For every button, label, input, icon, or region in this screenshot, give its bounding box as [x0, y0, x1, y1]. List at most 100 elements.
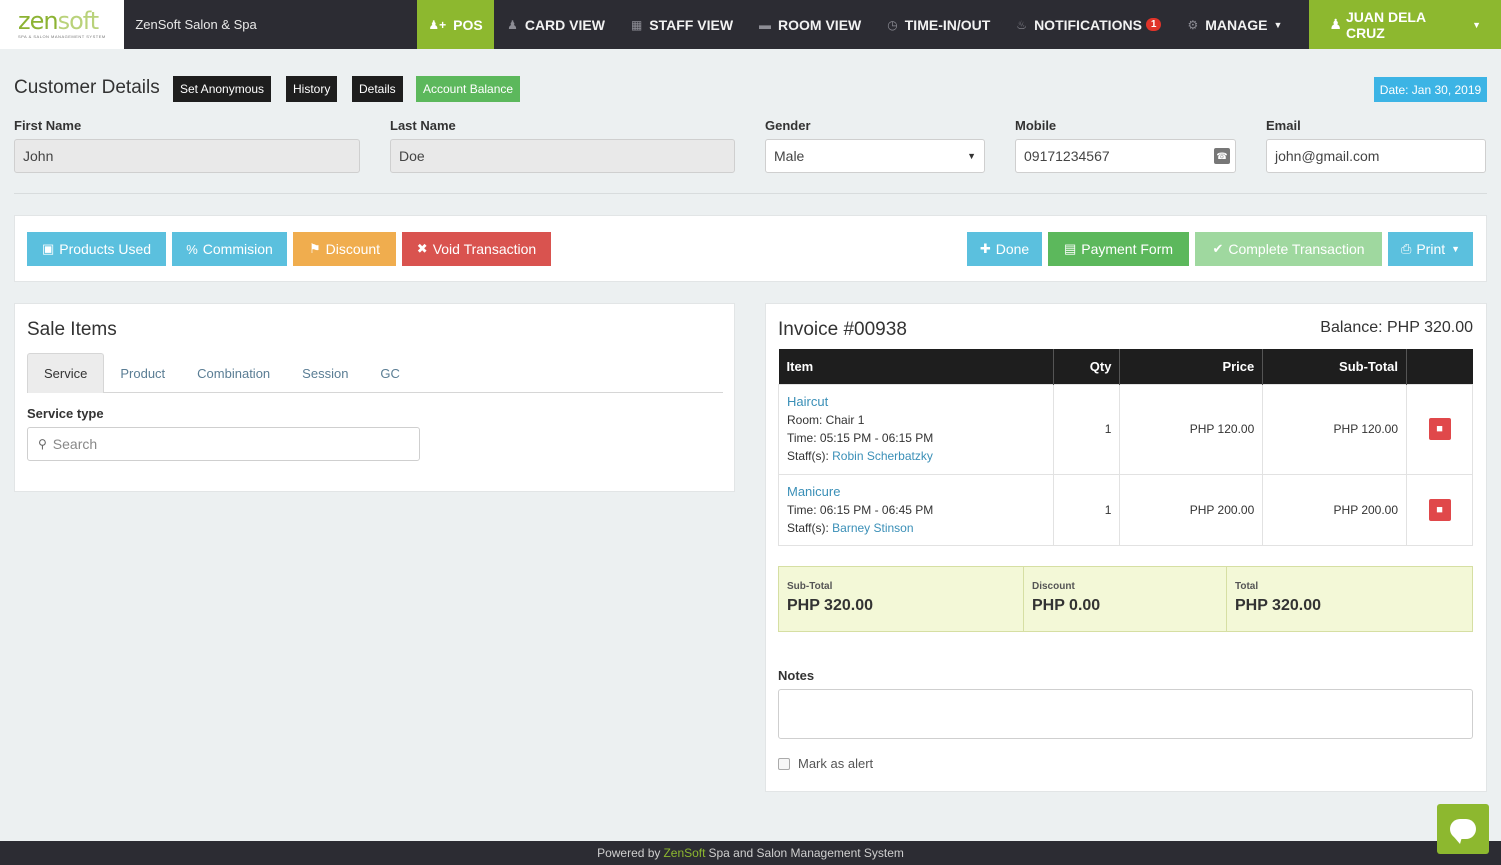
logo[interactable]: zensoft SPA & SALON MANAGEMENT SYSTEM: [0, 0, 125, 49]
subtotal-cell: PHP 200.00: [1262, 473, 1408, 546]
details-button[interactable]: Details: [352, 76, 403, 102]
set-anonymous-button[interactable]: Set Anonymous: [173, 76, 272, 102]
nav-time-in-out[interactable]: ◷ TIME-IN/OUT: [874, 0, 1003, 49]
discount-total-label: Discount: [1032, 581, 1075, 592]
tab-gc[interactable]: GC: [364, 353, 416, 393]
sale-tabs: Service Product Combination Session GC: [27, 353, 723, 393]
user-menu[interactable]: ♟ JUAN DELA CRUZ ▼: [1309, 0, 1501, 49]
item-room: Room: Chair 1: [787, 413, 865, 427]
footer-suffix: Spa and Salon Management System: [708, 846, 904, 860]
tags-icon: ⚑: [308, 241, 321, 256]
user-name: JUAN DELA CRUZ: [1345, 8, 1426, 41]
tab-session[interactable]: Session: [286, 353, 364, 393]
payment-form-button[interactable]: ▤ Payment Form: [1048, 232, 1189, 266]
chat-button[interactable]: [1437, 804, 1489, 854]
first-name-label: First Name: [14, 118, 82, 133]
discount-total-value: PHP 0.00: [1032, 597, 1101, 614]
user-icon: ♟: [1329, 16, 1342, 32]
notification-count-badge: 1: [1145, 18, 1162, 31]
invoice-header-row: Item Qty Price Sub-Total: [778, 349, 1473, 384]
cube-icon: ▣: [41, 241, 55, 256]
discount-button[interactable]: ⚑ Discount: [293, 232, 396, 266]
customer-details-title: Customer Details: [14, 77, 160, 98]
logo-subtitle: SPA & SALON MANAGEMENT SYSTEM: [18, 34, 106, 39]
tab-combination[interactable]: Combination: [181, 353, 286, 393]
nav-manage[interactable]: ⚙ MANAGE ▼: [1174, 0, 1295, 49]
invoice-table: Item Qty Price Sub-Total Haircut Room: C…: [778, 349, 1473, 546]
logo-accent: soft: [57, 7, 100, 35]
staff-label: Staff(s):: [787, 449, 829, 463]
history-button[interactable]: History: [286, 76, 338, 102]
staff-label: Staff(s):: [787, 520, 829, 535]
print-icon: ⎙: [1400, 241, 1412, 256]
action-cell: ■: [1406, 473, 1473, 546]
gender-select[interactable]: Male ▼: [765, 139, 985, 173]
service-search-input[interactable]: ⚲ Search: [27, 427, 420, 461]
chat-icon: [1450, 819, 1476, 844]
mobile-label: Mobile: [1015, 118, 1057, 133]
subtotal-label: Sub-Total: [787, 581, 833, 592]
void-transaction-label: Void Transaction: [432, 241, 537, 257]
mobile-value: 09171234567: [1024, 148, 1110, 164]
nav-card-view[interactable]: ♟ CARD VIEW: [494, 0, 618, 49]
phone-keypad-icon[interactable]: ☎: [1214, 148, 1230, 164]
subtotal-cell: PHP 120.00: [1262, 383, 1408, 475]
footer-prefix: Powered by: [597, 846, 661, 860]
percent-icon: %: [186, 241, 198, 257]
nav-notifications[interactable]: ♨ NOTIFICATIONS 1: [1003, 0, 1174, 49]
invoice-title: Invoice #00938: [778, 319, 907, 340]
nav-manage-label: MANAGE: [1205, 16, 1268, 33]
account-balance-button[interactable]: Account Balance: [416, 76, 521, 102]
complete-transaction-button[interactable]: ✔ Complete Transaction: [1195, 232, 1382, 266]
last-name-field[interactable]: Doe: [390, 139, 735, 173]
print-label: Print: [1416, 241, 1446, 257]
qty-cell: 1: [1052, 383, 1121, 475]
invoice-totals: Sub-Total PHP 320.00 Discount PHP 0.00 T…: [778, 566, 1473, 632]
delete-row-button[interactable]: ■: [1428, 498, 1451, 521]
item-cell: Haircut Room: Chair 1 Time: 05:15 PM - 0…: [778, 383, 1054, 475]
item-cell: Manicure Time: 06:15 PM - 06:45 PM Staff…: [778, 473, 1054, 546]
clock-icon: ◷: [887, 17, 898, 32]
notes-textarea[interactable]: [778, 689, 1473, 739]
mobile-field[interactable]: 09171234567 ☎: [1015, 139, 1236, 173]
mark-alert-label: Mark as alert: [798, 756, 874, 771]
top-navbar: zensoft SPA & SALON MANAGEMENT SYSTEM Ze…: [0, 0, 1501, 49]
done-button[interactable]: ✚ Done: [967, 232, 1042, 266]
col-item: Item: [778, 349, 1054, 384]
price-cell: PHP 200.00: [1119, 473, 1264, 546]
totals-discount: Discount PHP 0.00: [1024, 567, 1227, 631]
table-row: Haircut Room: Chair 1 Time: 05:15 PM - 0…: [778, 383, 1473, 475]
close-icon: ✖: [416, 241, 428, 256]
first-name-field[interactable]: John: [14, 139, 360, 173]
nav-staff-view[interactable]: ▦ STAFF VIEW: [618, 0, 746, 49]
staff-link[interactable]: Robin Scherbatzky: [832, 449, 933, 463]
products-used-button[interactable]: ▣ Products Used: [27, 232, 166, 266]
products-used-label: Products Used: [59, 241, 152, 257]
checkbox-box[interactable]: [778, 757, 790, 770]
email-field[interactable]: john@gmail.com: [1266, 139, 1486, 173]
tab-service[interactable]: Service: [27, 353, 105, 393]
price-cell: PHP 120.00: [1119, 383, 1264, 475]
nav-pos[interactable]: ♟+ POS: [417, 0, 495, 49]
staff-link[interactable]: Barney Stinson: [832, 521, 913, 535]
search-placeholder: Search: [52, 436, 98, 452]
item-time: Time: 05:15 PM - 06:15 PM: [787, 431, 934, 445]
item-name-link[interactable]: Haircut: [787, 393, 1045, 411]
mark-alert-checkbox[interactable]: Mark as alert: [778, 756, 873, 771]
commision-button[interactable]: % Commision: [172, 232, 287, 266]
done-label: Done: [995, 241, 1030, 257]
delete-row-button[interactable]: ■: [1428, 418, 1451, 440]
item-name-link[interactable]: Manicure: [787, 483, 1045, 501]
nav-card-view-label: CARD VIEW: [524, 16, 605, 33]
void-transaction-button[interactable]: ✖ Void Transaction: [402, 232, 551, 266]
footer-brand-link[interactable]: ZenSoft: [663, 846, 705, 860]
gear-icon: ⚙: [1187, 17, 1199, 32]
print-button[interactable]: ⎙ Print ▼: [1388, 232, 1473, 266]
nav-staff-view-label: STAFF VIEW: [649, 16, 734, 33]
tab-product[interactable]: Product: [104, 353, 181, 393]
notes-label: Notes: [778, 668, 815, 683]
brand-name: ZenSoft Salon & Spa: [135, 17, 257, 32]
calendar-icon: ▦: [630, 17, 643, 32]
nav-room-view[interactable]: ▬ ROOM VIEW: [746, 0, 874, 49]
chevron-down-icon: ▼: [967, 151, 976, 161]
